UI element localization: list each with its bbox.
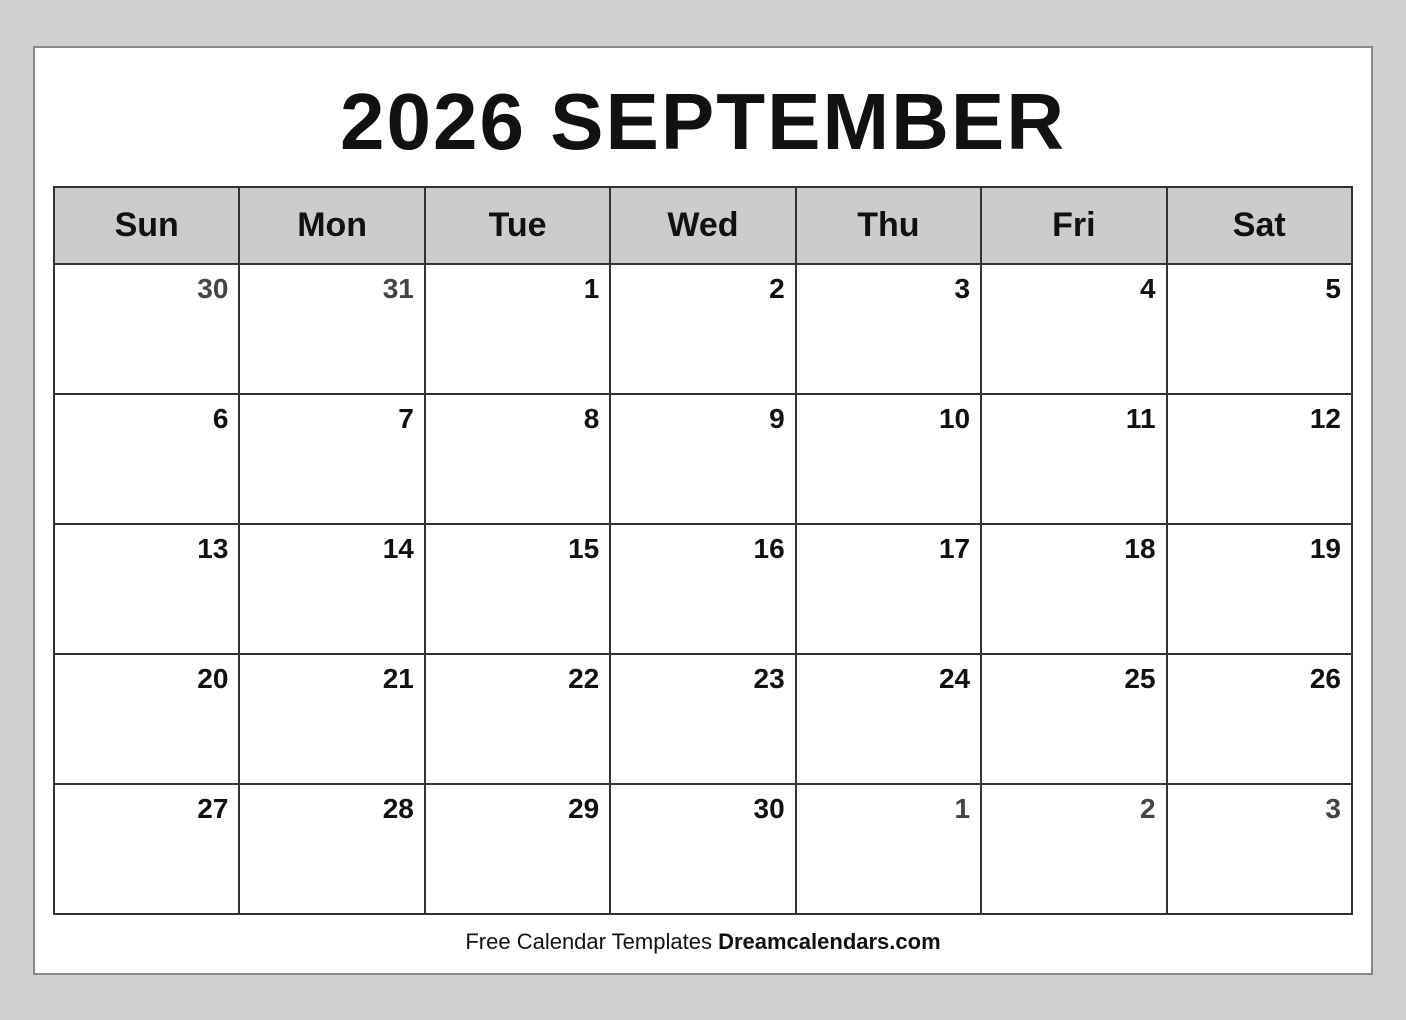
- calendar-day-cell: 29: [425, 784, 610, 914]
- calendar-day-cell: 15: [425, 524, 610, 654]
- calendar-day-cell: 8: [425, 394, 610, 524]
- calendar-day-cell: 30: [54, 264, 239, 394]
- day-header-sat: Sat: [1167, 187, 1352, 264]
- calendar-day-cell: 3: [796, 264, 981, 394]
- calendar-day-cell: 18: [981, 524, 1166, 654]
- footer-normal-text: Free Calendar Templates: [465, 929, 718, 954]
- calendar-day-cell: 5: [1167, 264, 1352, 394]
- calendar-day-cell: 10: [796, 394, 981, 524]
- calendar-week-row: 303112345: [54, 264, 1352, 394]
- calendar-day-cell: 4: [981, 264, 1166, 394]
- day-header-thu: Thu: [796, 187, 981, 264]
- calendar-day-cell: 7: [239, 394, 424, 524]
- calendar-day-cell: 1: [425, 264, 610, 394]
- calendar-day-cell: 24: [796, 654, 981, 784]
- calendar-day-cell: 17: [796, 524, 981, 654]
- calendar-week-row: 20212223242526: [54, 654, 1352, 784]
- day-header-wed: Wed: [610, 187, 795, 264]
- calendar-day-cell: 16: [610, 524, 795, 654]
- calendar-container: 2026 SEPTEMBER SunMonTueWedThuFriSat 303…: [33, 46, 1373, 975]
- calendar-day-cell: 2: [610, 264, 795, 394]
- calendar-title: 2026 SEPTEMBER: [53, 66, 1353, 186]
- calendar-day-cell: 27: [54, 784, 239, 914]
- calendar-day-cell: 21: [239, 654, 424, 784]
- calendar-day-cell: 2: [981, 784, 1166, 914]
- calendar-day-cell: 23: [610, 654, 795, 784]
- calendar-day-cell: 11: [981, 394, 1166, 524]
- calendar-day-cell: 22: [425, 654, 610, 784]
- calendar-table: SunMonTueWedThuFriSat 303112345678910111…: [53, 186, 1353, 915]
- day-header-row: SunMonTueWedThuFriSat: [54, 187, 1352, 264]
- calendar-day-cell: 20: [54, 654, 239, 784]
- calendar-day-cell: 19: [1167, 524, 1352, 654]
- calendar-day-cell: 26: [1167, 654, 1352, 784]
- calendar-footer: Free Calendar Templates Dreamcalendars.c…: [53, 929, 1353, 955]
- calendar-day-cell: 25: [981, 654, 1166, 784]
- calendar-day-cell: 31: [239, 264, 424, 394]
- calendar-day-cell: 12: [1167, 394, 1352, 524]
- calendar-day-cell: 28: [239, 784, 424, 914]
- footer-bold-text: Dreamcalendars.com: [718, 929, 941, 954]
- calendar-week-row: 27282930123: [54, 784, 1352, 914]
- calendar-day-cell: 14: [239, 524, 424, 654]
- calendar-day-cell: 6: [54, 394, 239, 524]
- day-header-mon: Mon: [239, 187, 424, 264]
- day-header-sun: Sun: [54, 187, 239, 264]
- calendar-day-cell: 13: [54, 524, 239, 654]
- day-header-fri: Fri: [981, 187, 1166, 264]
- calendar-day-cell: 1: [796, 784, 981, 914]
- calendar-week-row: 13141516171819: [54, 524, 1352, 654]
- calendar-day-cell: 30: [610, 784, 795, 914]
- day-header-tue: Tue: [425, 187, 610, 264]
- calendar-day-cell: 3: [1167, 784, 1352, 914]
- calendar-day-cell: 9: [610, 394, 795, 524]
- calendar-week-row: 6789101112: [54, 394, 1352, 524]
